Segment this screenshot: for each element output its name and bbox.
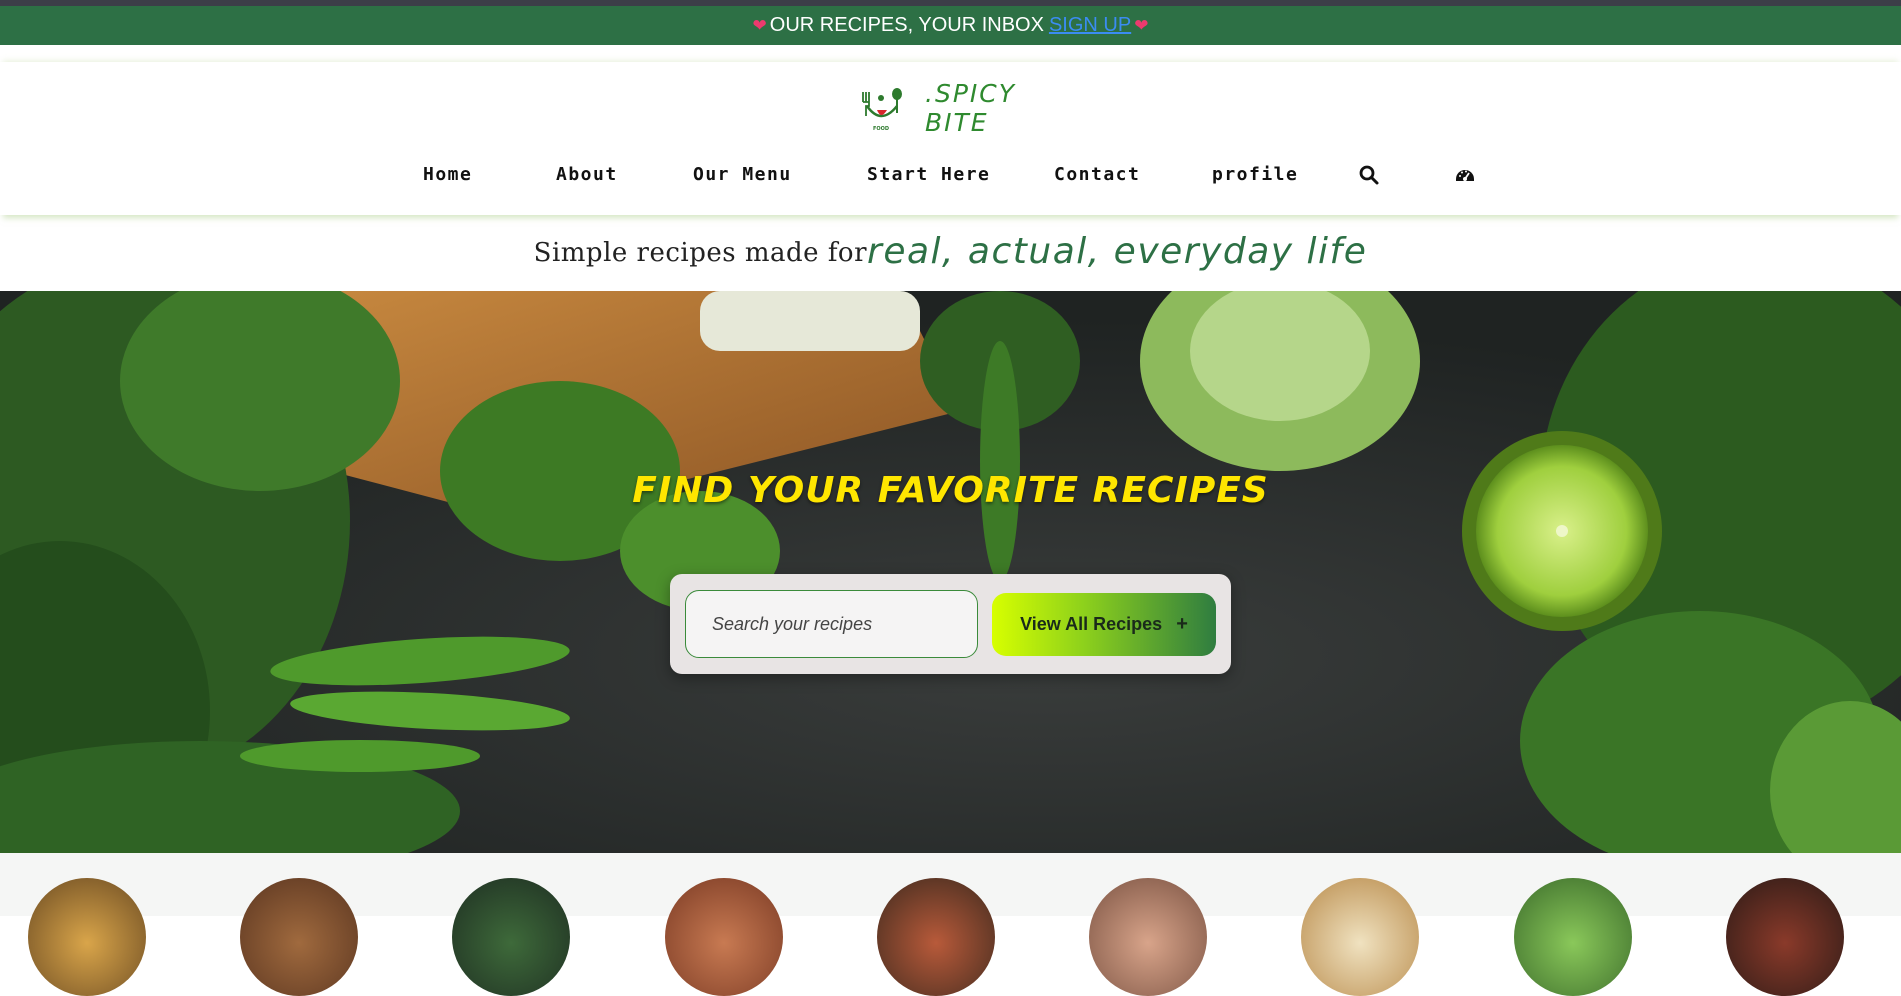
brand-logo[interactable]: FOOD .SPICY BITE <box>857 79 1067 137</box>
category-strip <box>0 853 1901 996</box>
category-thumbnail[interactable] <box>1089 878 1207 996</box>
category-thumbnail[interactable] <box>28 878 146 996</box>
category-thumbnail[interactable] <box>1726 878 1844 996</box>
heart-icon: ❤ <box>752 15 767 35</box>
signup-link[interactable]: SIGN UP <box>1049 14 1131 37</box>
tagline-plain: Simple recipes made for <box>533 238 868 268</box>
nav-start-here[interactable]: Start Here <box>867 160 990 190</box>
tagline-highlight: real, actual, everyday life <box>867 231 1368 272</box>
logo-face-icon: FOOD <box>857 84 905 132</box>
announcement-text: OUR RECIPES, YOUR INBOX <box>769 14 1044 36</box>
nav-our-menu[interactable]: Our Menu <box>693 160 792 190</box>
category-thumbnail[interactable] <box>240 878 358 996</box>
main-nav: Home About Our Menu Start Here Contact p… <box>0 160 1901 190</box>
view-all-recipes-label: View All Recipes <box>1020 614 1163 634</box>
hero-banner: FIND YOUR FAVORITE RECIPES <box>0 291 1901 853</box>
tagline: Simple recipes made for real, actual, ev… <box>0 231 1901 272</box>
hero-title: FIND YOUR FAVORITE RECIPES <box>632 470 1269 511</box>
search-card: View All Recipes + <box>670 574 1231 674</box>
plus-icon: + <box>1176 613 1188 635</box>
recipe-search-input[interactable] <box>685 590 978 658</box>
search-icon[interactable] <box>1358 164 1380 186</box>
view-all-recipes-button[interactable]: View All Recipes + <box>992 593 1216 656</box>
site-header: FOOD .SPICY BITE Home About Our Menu Sta… <box>0 62 1901 215</box>
category-thumbnail[interactable] <box>1301 878 1419 996</box>
brand-name: .SPICY BITE <box>925 79 1016 137</box>
nav-contact[interactable]: Contact <box>1054 160 1140 190</box>
category-thumbnail[interactable] <box>452 878 570 996</box>
dashboard-gauge-icon[interactable] <box>1454 164 1476 186</box>
category-thumbnail[interactable] <box>665 878 783 996</box>
heart-icon: ❤ <box>1134 15 1149 35</box>
nav-profile[interactable]: profile <box>1212 160 1298 190</box>
logo-small-text: FOOD <box>873 126 889 132</box>
category-thumbnail[interactable] <box>1514 878 1632 996</box>
nav-about[interactable]: About <box>556 160 618 190</box>
nav-home[interactable]: Home <box>423 160 472 190</box>
hero-background-image <box>0 291 1901 853</box>
announcement-bar: ❤ OUR RECIPES, YOUR INBOX SIGN UP ❤ <box>0 6 1901 45</box>
category-thumbnail[interactable] <box>877 878 995 996</box>
